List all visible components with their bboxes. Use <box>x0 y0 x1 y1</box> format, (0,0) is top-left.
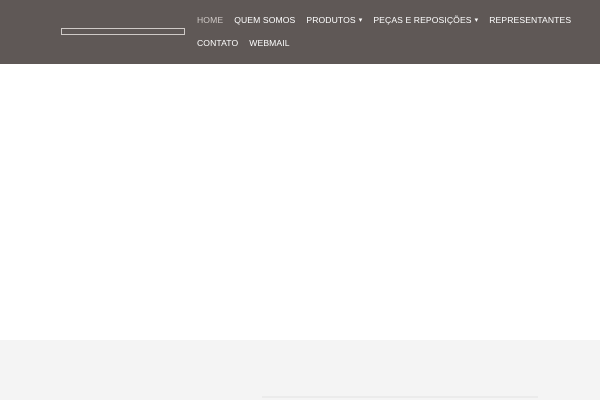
nav-item-label: QUEM SOMOS <box>234 15 296 25</box>
nav-item-label: REPRESENTANTES <box>489 15 572 25</box>
hero-section <box>0 64 600 340</box>
nav-item-label: CONTATO <box>197 38 239 48</box>
nav-item-webmail[interactable]: WEBMAIL <box>245 38 293 48</box>
nav-item-contato[interactable]: CONTATO <box>193 38 242 48</box>
nav-item-home[interactable]: HOME <box>193 15 227 25</box>
site-logo[interactable] <box>61 28 185 35</box>
nav-item-label: HOME <box>197 15 224 25</box>
divider <box>262 396 538 398</box>
site-header: HOME QUEM SOMOS PRODUTOS ▾ PEÇAS E REPOS… <box>0 0 600 64</box>
nav-row-1: HOME QUEM SOMOS PRODUTOS ▾ PEÇAS E REPOS… <box>193 15 578 25</box>
content-band <box>0 340 600 400</box>
nav-item-label: WEBMAIL <box>249 38 290 48</box>
nav-item-representantes[interactable]: REPRESENTANTES <box>485 15 575 25</box>
nav-row-2: CONTATO WEBMAIL <box>193 38 297 48</box>
nav-item-pecas-e-reposicoes[interactable]: PEÇAS E REPOSIÇÕES ▾ <box>369 15 482 25</box>
nav-item-quem-somos[interactable]: QUEM SOMOS <box>230 15 299 25</box>
nav-item-produtos[interactable]: PRODUTOS ▾ <box>302 15 366 25</box>
chevron-down-icon: ▾ <box>474 16 479 24</box>
chevron-down-icon: ▾ <box>358 16 363 24</box>
nav-item-label: PRODUTOS <box>306 15 356 25</box>
nav-item-label: PEÇAS E REPOSIÇÕES <box>373 15 472 25</box>
